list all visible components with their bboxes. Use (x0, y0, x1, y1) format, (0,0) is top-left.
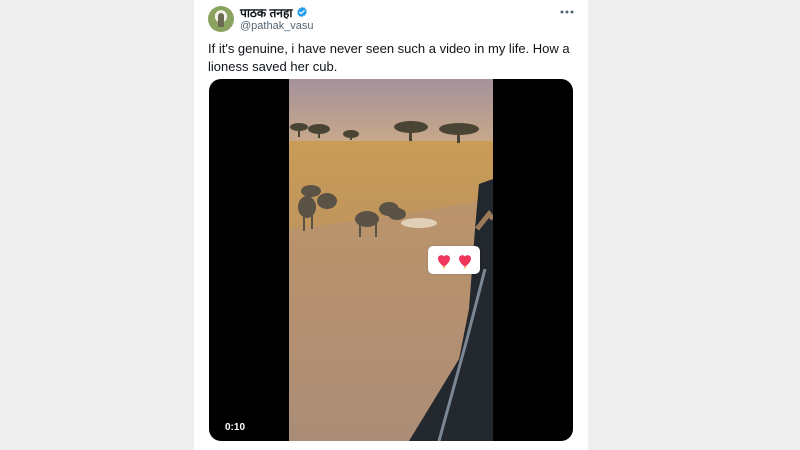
more-options-icon[interactable] (558, 4, 576, 18)
post-text: If it's genuine, i have never seen such … (208, 41, 570, 74)
heart-emoji-sticker (428, 246, 480, 274)
author-display-name[interactable]: पाठक तनहा (240, 4, 292, 21)
verified-badge-icon (297, 6, 308, 18)
avatar[interactable] (208, 6, 234, 32)
author-handle[interactable]: @pathak_vasu (240, 20, 314, 32)
author-row: पाठक तनहा (240, 4, 308, 20)
heart-icon (458, 255, 471, 269)
lioness (401, 218, 437, 228)
avatar-figure (218, 13, 224, 27)
video-player[interactable]: 0:10 (209, 79, 573, 441)
tweet-card: पाठक तनहा @pathak_vasu If it's genuine, … (194, 0, 588, 450)
video-timestamp: 0:10 (221, 421, 250, 434)
more-dots (560, 10, 574, 14)
heart-icon (437, 255, 450, 269)
